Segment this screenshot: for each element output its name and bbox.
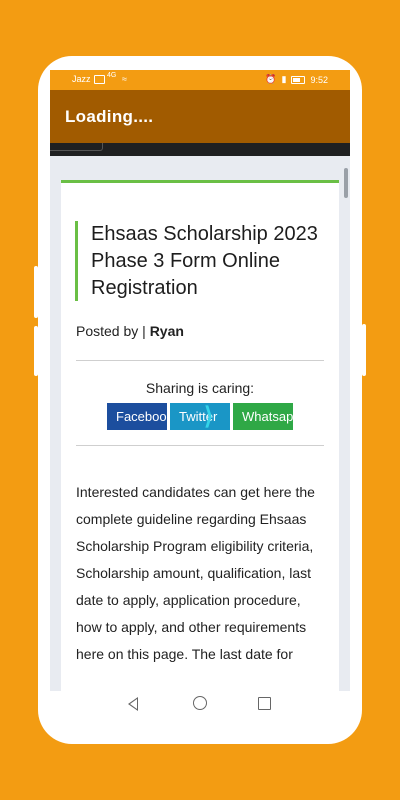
app-bar-title: Loading.... bbox=[65, 107, 154, 126]
author-link[interactable]: Ryan bbox=[150, 323, 184, 339]
article-body: Interested candidates can get here the c… bbox=[76, 484, 315, 662]
home-icon[interactable] bbox=[193, 696, 207, 710]
battery-icon bbox=[291, 75, 306, 84]
whatsapp-share-button[interactable]: Whatsapp bbox=[233, 403, 293, 430]
clock: 9:52 bbox=[310, 74, 328, 85]
posted-by-label: Posted by | bbox=[76, 323, 150, 339]
navigation-bar bbox=[50, 691, 350, 720]
network-label: 4G bbox=[107, 72, 117, 79]
webview-content[interactable]: Ehsaas Scholarship 2023 Phase 3 Form Onl… bbox=[50, 156, 350, 691]
article-title: Ehsaas Scholarship 2023 Phase 3 Form Onl… bbox=[75, 221, 323, 301]
app-bar: Loading.... bbox=[50, 90, 350, 143]
facebook-share-button[interactable]: Facebook bbox=[107, 403, 167, 430]
status-bar: Jazz 4G ≈ ⏰ ▮ 9:52 bbox=[50, 70, 350, 90]
menu-tab[interactable] bbox=[50, 143, 103, 151]
scrollbar[interactable] bbox=[344, 168, 348, 198]
sim-icon bbox=[94, 75, 105, 84]
back-icon[interactable] bbox=[128, 697, 138, 711]
alarm-icon: ⏰ bbox=[265, 74, 277, 84]
wifi-icon: ≈ bbox=[122, 74, 127, 84]
phone-screen: Jazz 4G ≈ ⏰ ▮ 9:52 Loading.... Ehsaas Sc… bbox=[50, 70, 350, 720]
phone-right-button bbox=[362, 324, 366, 376]
posted-by: Posted by | Ryan bbox=[76, 323, 184, 339]
recent-apps-icon[interactable] bbox=[258, 697, 271, 710]
web-header-strip bbox=[50, 143, 350, 156]
twitter-share-button[interactable]: Twitter bbox=[170, 403, 230, 430]
vibrate-icon: ▮ bbox=[281, 74, 287, 84]
share-label: Sharing is caring: bbox=[145, 380, 255, 396]
touch-cursor-icon: ⟩ bbox=[204, 403, 214, 430]
divider bbox=[76, 445, 324, 446]
carrier-label: Jazz bbox=[72, 74, 91, 84]
article-card: Ehsaas Scholarship 2023 Phase 3 Form Onl… bbox=[61, 180, 339, 691]
divider bbox=[76, 360, 324, 361]
